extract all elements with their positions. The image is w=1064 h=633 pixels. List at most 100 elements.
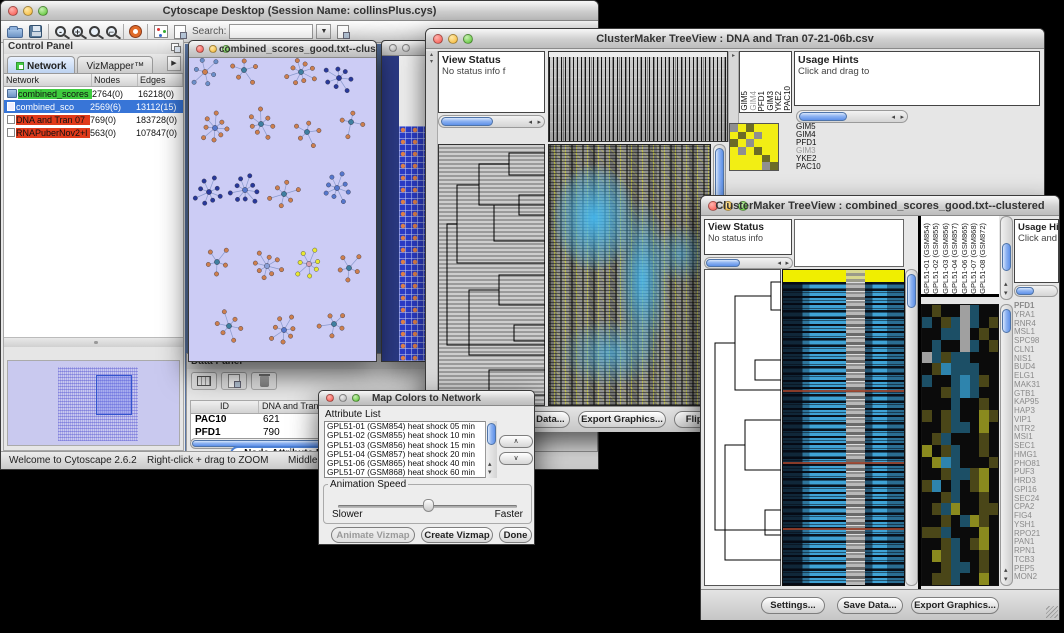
- network-row[interactable]: combined_sco 2569(6) 13112(15): [4, 100, 183, 113]
- selection-correlation-matrix[interactable]: [729, 123, 779, 171]
- network-row[interactable]: combined_scores 2764(0) 16218(0): [4, 87, 183, 100]
- minimize-icon[interactable]: [209, 45, 217, 53]
- scroll-down-icon[interactable]: ▾: [1004, 576, 1008, 583]
- column-label[interactable]: GPL51-06 (GSM865): [960, 223, 969, 294]
- column-nodes[interactable]: Nodes: [92, 74, 138, 86]
- row-dendrogram[interactable]: [704, 269, 781, 586]
- search-options-icon[interactable]: [337, 25, 349, 39]
- vizmapper-icon[interactable]: [154, 25, 168, 38]
- row-dendrogram[interactable]: [438, 144, 545, 406]
- scrollbar-thumb[interactable]: [907, 274, 916, 308]
- main-heatmap[interactable]: [782, 269, 905, 586]
- select-attributes-button[interactable]: [191, 372, 217, 390]
- panel-splitter[interactable]: [4, 338, 183, 347]
- treeview-action-button[interactable]: Export Graphics...: [578, 411, 666, 428]
- scroll-up-icon[interactable]: ▴: [488, 461, 492, 468]
- annotation-icon[interactable]: [174, 25, 186, 39]
- search-dropdown-icon[interactable]: ▼: [316, 24, 331, 39]
- background-window-titlebar[interactable]: [382, 41, 427, 56]
- network-canvas[interactable]: [189, 58, 376, 361]
- scrollbar-thumb[interactable]: [799, 112, 847, 121]
- gene-label[interactable]: PAC10: [796, 163, 840, 171]
- scroll-right-icon[interactable]: ▸: [537, 119, 541, 126]
- zoom-fit-icon[interactable]: ⌐: [106, 26, 117, 37]
- adjacency-matrix-view[interactable]: [399, 126, 427, 361]
- scroll-right-icon[interactable]: ▸: [785, 260, 789, 267]
- move-up-button[interactable]: ∧: [499, 435, 533, 448]
- status-hscrollbar[interactable]: ◂ ▸: [438, 115, 545, 128]
- column-dendrogram[interactable]: [548, 51, 728, 142]
- done-button[interactable]: Done: [499, 527, 532, 543]
- overview-viewport-rect[interactable]: [96, 375, 132, 415]
- treeview2-titlebar[interactable]: ClusterMaker TreeView : combined_scores_…: [701, 196, 1059, 216]
- help-icon[interactable]: [130, 26, 141, 37]
- scrollbar-thumb[interactable]: [1016, 287, 1034, 295]
- save-icon[interactable]: [29, 25, 42, 38]
- zoom-in-icon[interactable]: +: [72, 26, 83, 37]
- scrollbar-thumb[interactable]: [1002, 309, 1011, 333]
- treeview1-titlebar[interactable]: ClusterMaker TreeView : DNA and Tran 07-…: [426, 29, 1044, 49]
- genelist-vscrollbar[interactable]: ▴ ▾: [1000, 304, 1013, 586]
- column-label[interactable]: PAC10: [784, 86, 792, 111]
- scrollbar-thumb[interactable]: [441, 117, 493, 126]
- control-panel-tab[interactable]: VizMapper™: [77, 56, 153, 73]
- animate-vizmap-button[interactable]: Animate Vizmap: [331, 527, 415, 543]
- gene-label[interactable]: MON2: [1014, 573, 1060, 582]
- scrollbar-thumb[interactable]: [1002, 243, 1011, 271]
- scroll-up-icon[interactable]: ▴: [1004, 281, 1008, 288]
- cytoscape-titlebar[interactable]: Cytoscape Desktop (Session Name: collins…: [1, 1, 598, 21]
- column-label[interactable]: GPL51-02 (GSM855): [931, 223, 940, 294]
- new-attribute-button[interactable]: [221, 372, 247, 390]
- column-edges[interactable]: Edges: [138, 74, 183, 86]
- search-input[interactable]: [229, 24, 313, 39]
- background-window[interactable]: [381, 40, 428, 362]
- heatmap-vscrollbar[interactable]: [905, 269, 918, 586]
- scroll-down-icon[interactable]: ▾: [488, 469, 492, 476]
- close-icon[interactable]: [389, 44, 397, 52]
- minimize-icon[interactable]: [402, 44, 410, 52]
- close-icon[interactable]: [196, 45, 204, 53]
- column-id[interactable]: ID: [191, 401, 259, 413]
- treeview-action-button[interactable]: Settings...: [761, 597, 825, 614]
- column-dendrogram-area[interactable]: [794, 219, 904, 267]
- hints-hscrollbar[interactable]: ◂ ▸: [796, 110, 908, 123]
- main-heatmap[interactable]: [548, 144, 711, 406]
- network-row[interactable]: DNA and Tran 07 769(0) 183728(0): [4, 113, 183, 126]
- create-vizmap-button[interactable]: Create Vizmap: [421, 527, 493, 543]
- scroll-left-icon[interactable]: ◂: [528, 119, 532, 126]
- scroll-right-icon[interactable]: ▸: [900, 114, 904, 121]
- float-panel-icon[interactable]: [171, 43, 179, 51]
- scroll-up-icon[interactable]: ▴: [1004, 567, 1008, 574]
- attribute-list-item[interactable]: GPL51-07 (GSM868) heat shock 60 min: [325, 468, 485, 477]
- left-scroll-strip[interactable]: ▴▾: [426, 51, 438, 406]
- delete-attribute-button[interactable]: [251, 372, 277, 390]
- scrollbar-thumb[interactable]: [487, 423, 496, 445]
- control-panel-tab[interactable]: Network: [7, 56, 75, 73]
- treeview-action-button[interactable]: Save Data...: [837, 597, 903, 614]
- column-label[interactable]: GPL51-03 (GSM856): [941, 223, 950, 294]
- network-overview[interactable]: [7, 360, 180, 446]
- resize-grip[interactable]: [1046, 606, 1058, 618]
- scroll-left-icon[interactable]: ◂: [777, 260, 781, 267]
- dialog-titlebar[interactable]: Map Colors to Network: [319, 391, 534, 406]
- column-label[interactable]: GPL51-08 (GSM872): [978, 223, 987, 294]
- labels-vscrollbar[interactable]: ▴ ▾: [1000, 216, 1013, 300]
- hints-hscrollbar[interactable]: [1014, 285, 1058, 297]
- scroll-left-icon[interactable]: ◂: [891, 114, 895, 121]
- move-down-button[interactable]: ∨: [499, 452, 533, 465]
- attribute-list-vscrollbar[interactable]: ▴ ▾: [485, 421, 497, 478]
- status-hscrollbar[interactable]: ◂ ▸: [704, 257, 793, 269]
- scroll-down-icon[interactable]: ▾: [1004, 290, 1008, 297]
- zoom-out-icon[interactable]: -: [55, 26, 66, 37]
- treeview-action-button[interactable]: Export Graphics...: [911, 597, 999, 614]
- network-view-titlebar[interactable]: combined_scores_good.txt--cluste...: [189, 41, 376, 58]
- scrollbar-thumb[interactable]: [706, 259, 740, 267]
- column-network[interactable]: Network: [4, 74, 92, 86]
- open-folder-icon[interactable]: [7, 28, 23, 38]
- network-row[interactable]: RNAPuberNov2+l 563(0) 107847(0): [4, 126, 183, 139]
- column-label[interactable]: GPL51-01 (GSM854): [922, 223, 931, 294]
- zoom-heatmap[interactable]: [921, 304, 999, 586]
- tab-overflow-icon[interactable]: ▶: [167, 56, 181, 71]
- column-label[interactable]: GPL51-04 (GSM857): [950, 223, 959, 294]
- zoom-selected-icon[interactable]: [89, 26, 100, 37]
